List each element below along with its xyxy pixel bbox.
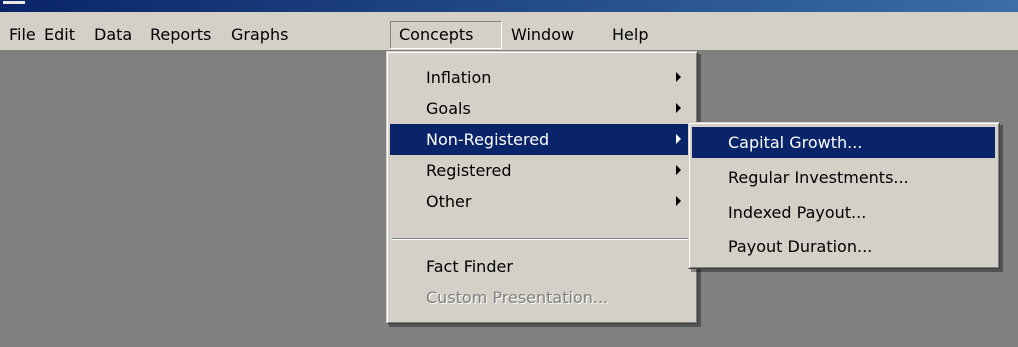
menu-item-label: Inflation [426,68,492,87]
menu-window[interactable]: Window [511,21,574,49]
menu-item-regular-investments[interactable]: Regular Investments... [692,162,995,193]
menu-item-non-registered[interactable]: Non-Registered [390,124,693,155]
menu-item-custom-presentation: Custom Presentation... [390,282,693,313]
menu-item-capital-growth[interactable]: Capital Growth... [692,127,995,158]
menu-separator [392,238,690,240]
menu-item-indexed-payout[interactable]: Indexed Payout... [692,197,995,228]
menu-edit[interactable]: Edit [44,21,75,49]
submenu-arrow-icon [676,196,681,206]
menu-item-label: Regular Investments... [728,168,909,187]
menu-item-fact-finder[interactable]: Fact Finder [390,251,693,282]
menu-concepts[interactable]: Concepts [390,21,502,49]
menu-data[interactable]: Data [94,21,132,49]
menu-item-label: Fact Finder [426,257,513,276]
menu-bar: File Edit Data Reports Graphs Concepts W… [0,12,1018,50]
menu-item-label: Custom Presentation... [426,288,609,307]
menu-item-other[interactable]: Other [390,186,693,217]
menu-item-payout-duration[interactable]: Payout Duration... [692,231,995,262]
menu-item-label: Payout Duration... [728,237,873,256]
menu-item-goals[interactable]: Goals [390,93,693,124]
menu-item-label: Goals [426,99,471,118]
non-registered-submenu: Capital Growth... Regular Investments...… [688,122,1000,269]
menu-item-inflation[interactable]: Inflation [390,62,693,93]
menu-item-label: Capital Growth... [728,133,863,152]
concepts-dropdown: Inflation Goals Non-Registered Registere… [386,51,698,324]
menu-item-registered[interactable]: Registered [390,155,693,186]
menu-graphs[interactable]: Graphs [231,21,288,49]
submenu-arrow-icon [676,165,681,175]
menu-item-label: Indexed Payout... [728,203,867,222]
title-bar [0,0,1018,12]
menu-item-label: Other [426,192,472,211]
menu-item-label: Non-Registered [426,130,550,149]
menu-help[interactable]: Help [612,21,648,49]
menu-item-label: Registered [426,161,512,180]
menu-file[interactable]: File [9,21,36,49]
submenu-arrow-icon [676,134,681,144]
submenu-arrow-icon [676,72,681,82]
app-icon [3,1,25,4]
menu-reports[interactable]: Reports [150,21,211,49]
submenu-arrow-icon [676,103,681,113]
